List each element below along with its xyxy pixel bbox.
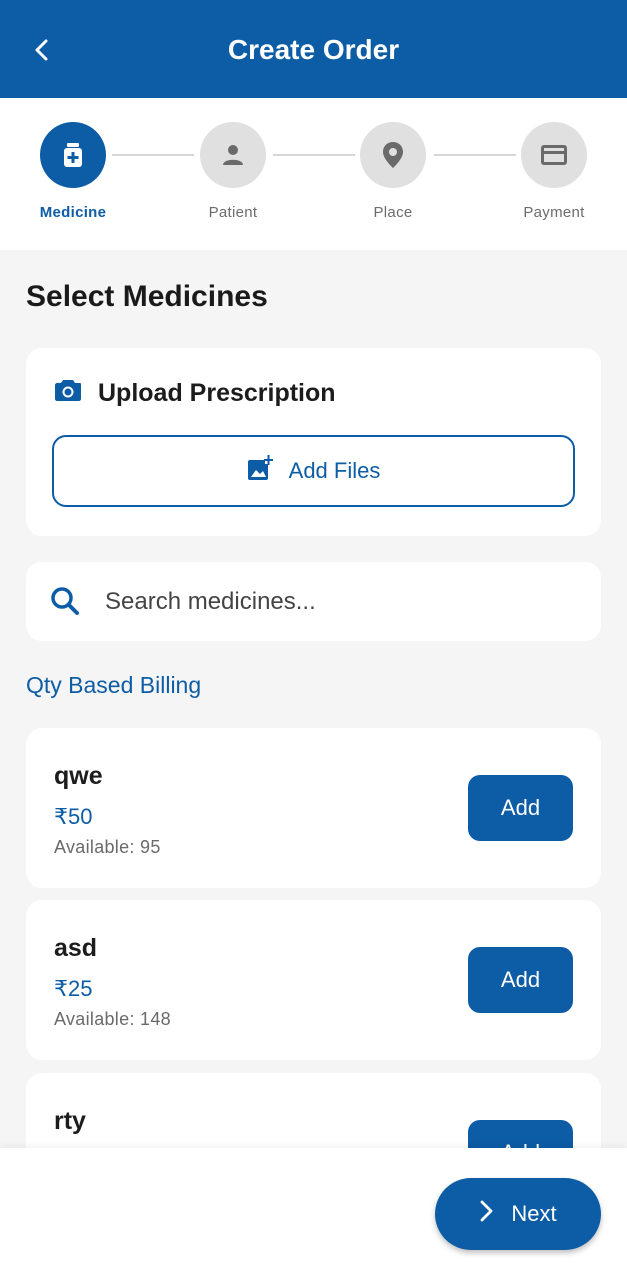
search-icon <box>50 586 80 621</box>
step-place[interactable]: Place <box>338 122 448 221</box>
credit-card-icon <box>521 122 587 188</box>
add-files-button[interactable]: Add Files <box>52 435 575 507</box>
order-stepper: Medicine Patient Place Payment <box>0 98 627 250</box>
step-payment[interactable]: Payment <box>499 122 609 221</box>
step-label: Medicine <box>39 204 107 221</box>
medicine-availability: Available: 148 <box>54 1009 171 1029</box>
location-pin-icon <box>360 122 426 188</box>
upload-header: Upload Prescription <box>54 378 336 409</box>
upload-title: Upload Prescription <box>98 379 336 407</box>
next-button[interactable]: Next <box>435 1178 601 1250</box>
upload-prescription-card: Upload Prescription Add Files <box>26 348 601 536</box>
page-title: Create Order <box>227 34 400 65</box>
person-icon <box>200 122 266 188</box>
chevron-right-icon <box>479 1200 493 1228</box>
step-label: Place <box>373 204 413 221</box>
step-label: Payment <box>523 204 585 221</box>
medicine-name: asd <box>54 934 98 962</box>
medicine-icon <box>40 122 106 188</box>
bottom-bar: Next <box>0 1148 627 1280</box>
medicine-list-item: asd ₹25 Available: 148 Add <box>26 900 601 1060</box>
medicine-list-item: qwe ₹50 Available: 95 Add <box>26 728 601 888</box>
next-label: Next <box>511 1201 557 1226</box>
step-patient[interactable]: Patient <box>178 122 288 221</box>
add-files-label: Add Files <box>288 458 381 483</box>
medicine-price: ₹25 <box>54 976 93 1001</box>
add-photo-icon <box>247 455 273 487</box>
step-label: Patient <box>208 204 258 221</box>
search-placeholder: Search medicines... <box>105 588 316 615</box>
medicine-price: ₹50 <box>54 804 93 829</box>
add-medicine-button[interactable]: Add <box>468 947 573 1013</box>
medicine-availability: Available: 95 <box>54 837 161 857</box>
camera-icon <box>54 378 82 409</box>
medicine-name: qwe <box>54 762 103 790</box>
step-medicine[interactable]: Medicine <box>18 122 128 221</box>
add-medicine-button[interactable]: Add <box>468 775 573 841</box>
billing-mode-label[interactable]: Qty Based Billing <box>26 672 201 699</box>
search-input[interactable]: Search medicines... <box>26 562 601 641</box>
app-bar: Create Order <box>0 0 627 98</box>
section-title: Select Medicines <box>26 280 268 313</box>
medicine-name: rty <box>54 1107 86 1135</box>
